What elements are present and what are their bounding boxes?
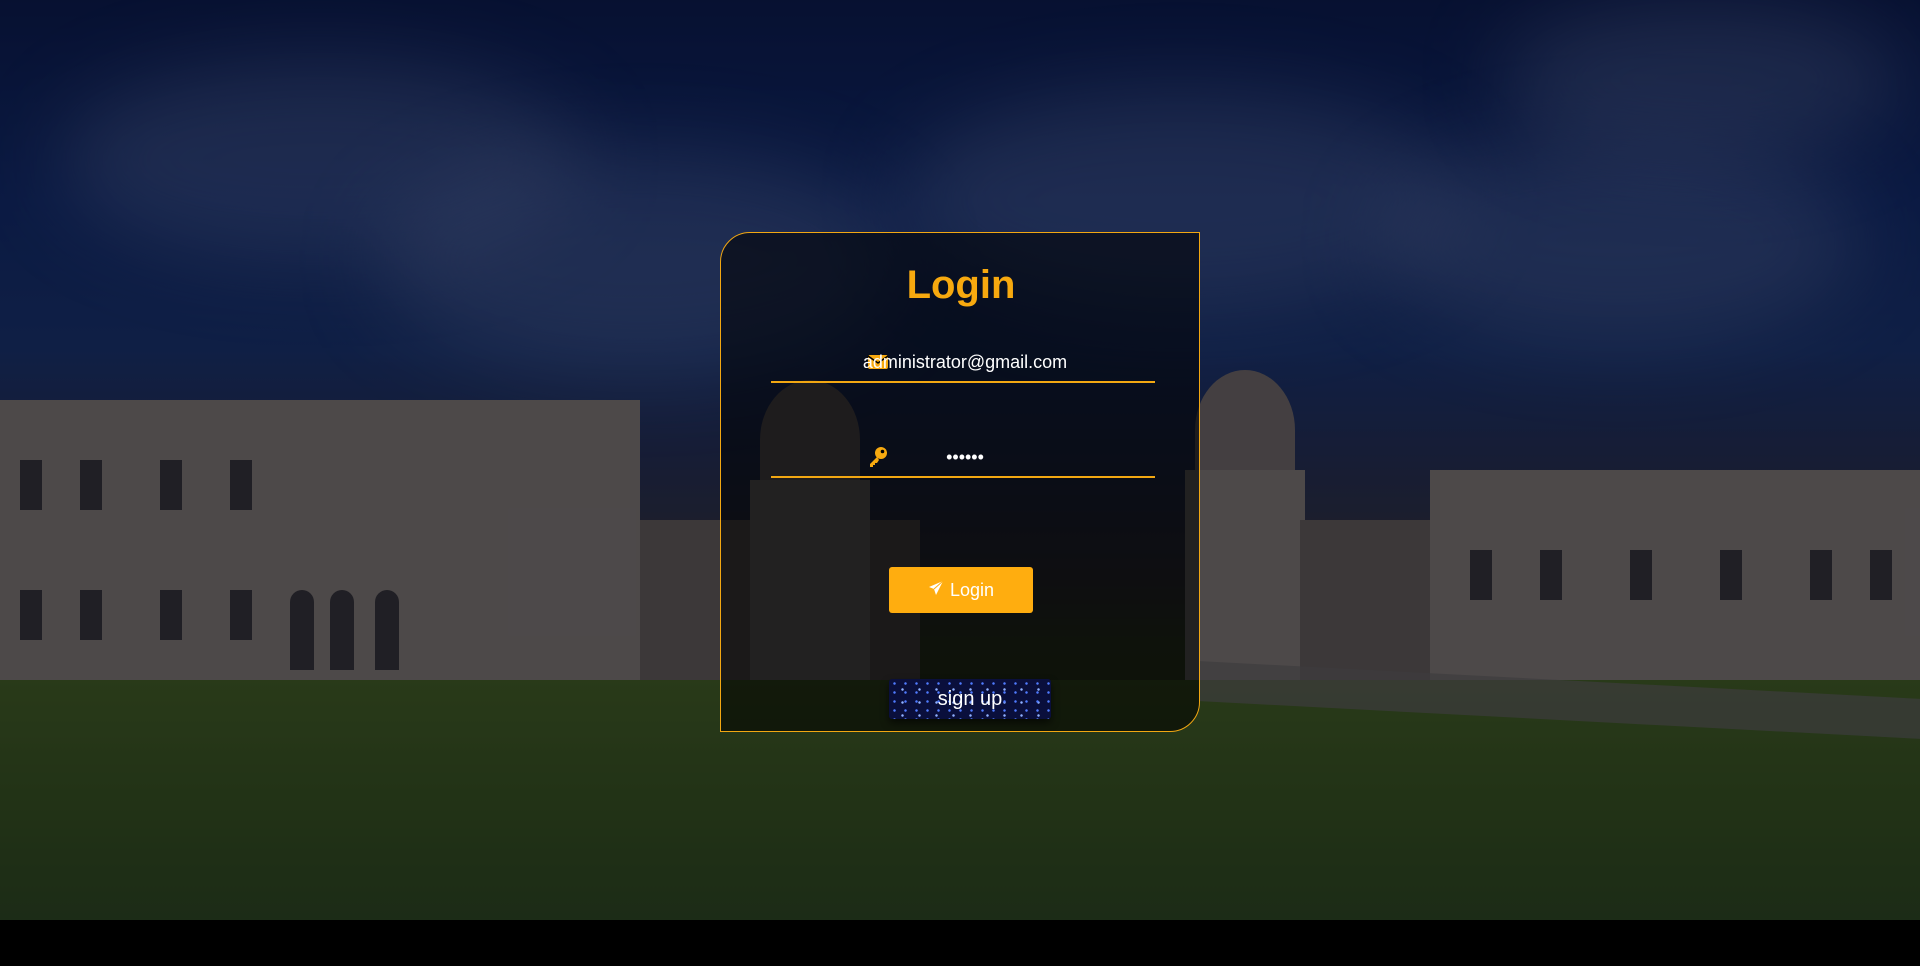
paper-plane-icon	[928, 580, 944, 601]
login-card: Login Login sign up	[720, 232, 1200, 732]
login-title: Login	[906, 263, 1016, 307]
password-field[interactable]	[771, 442, 1159, 472]
email-field-wrapper	[771, 341, 1159, 383]
password-field-wrapper	[771, 436, 1159, 478]
login-button[interactable]: Login	[889, 567, 1033, 613]
email-field[interactable]	[771, 347, 1159, 377]
login-button-label: Login	[949, 579, 995, 600]
bottom-bar	[0, 920, 1920, 966]
signup-button[interactable]: sign up	[889, 679, 1051, 719]
